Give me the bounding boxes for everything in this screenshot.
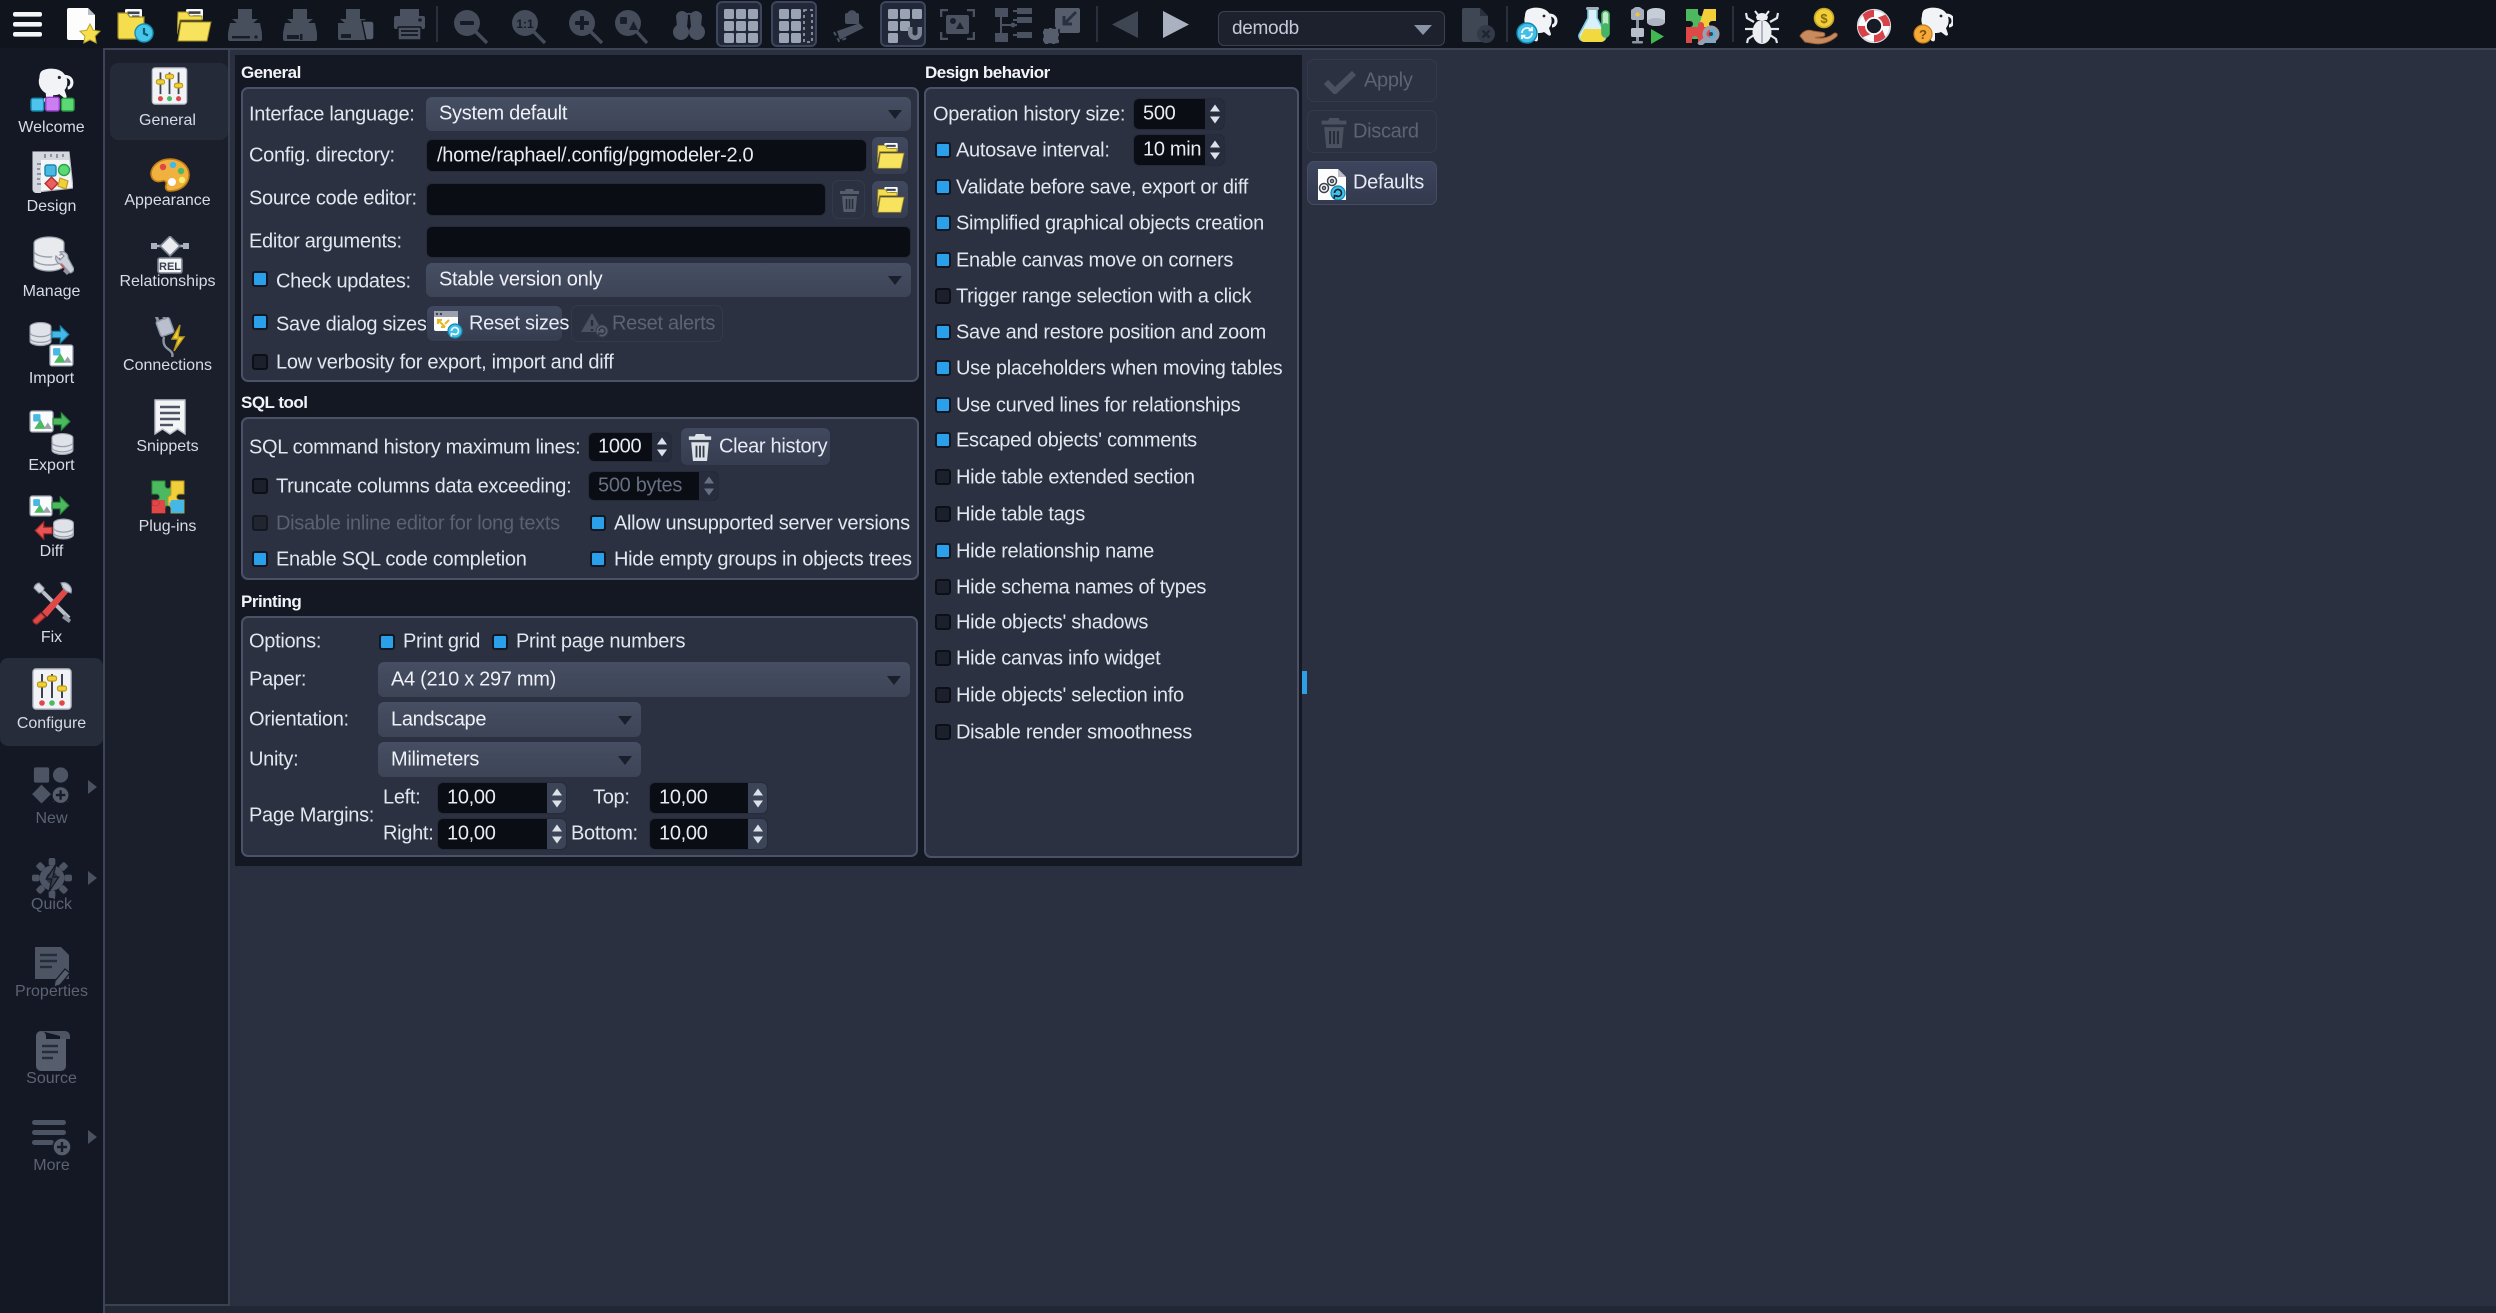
svg-text:REL: REL [159, 261, 181, 273]
svg-text:$: $ [1820, 11, 1828, 26]
svg-text:?: ? [1919, 27, 1927, 42]
svg-text:1:1: 1:1 [516, 17, 534, 31]
